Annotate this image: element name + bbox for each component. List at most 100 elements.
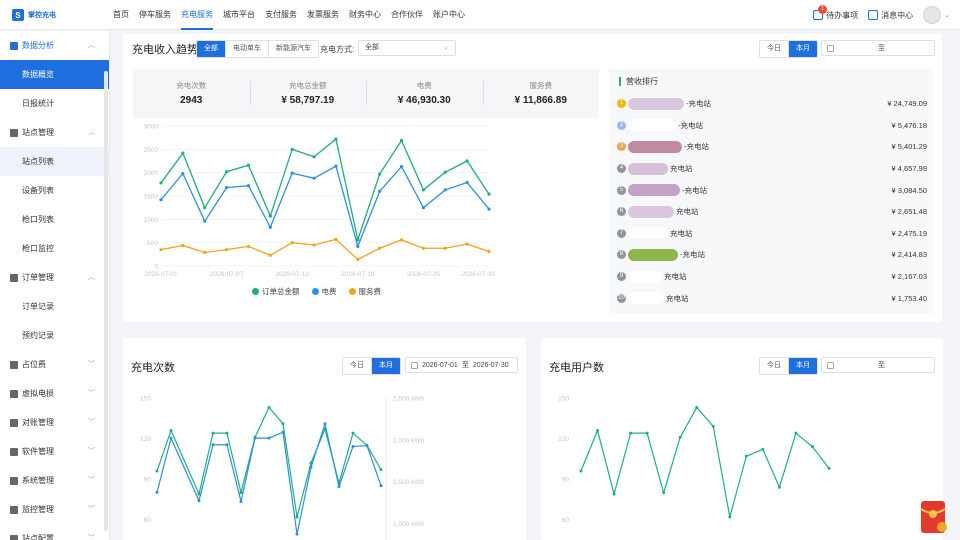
chevron-down-icon: ﹀ bbox=[88, 477, 95, 484]
station-revenue: ¥ 5,476.18 bbox=[891, 120, 927, 130]
legend-item[interactable]: 服务费 bbox=[348, 286, 381, 297]
ranking-row[interactable]: 10 充电站 ¥ 1,753.40 bbox=[617, 287, 927, 309]
data-point bbox=[421, 188, 425, 192]
vehicle-filter-option-2[interactable]: 新能源汽车 bbox=[269, 41, 318, 57]
users-range-option-0[interactable]: 今日 bbox=[760, 358, 789, 374]
sidebar-item[interactable]: 设备列表 bbox=[0, 176, 109, 205]
vehicle-filter-option-1[interactable]: 电动单车 bbox=[226, 41, 269, 57]
sidebar-item[interactable]: 数据概览 bbox=[0, 60, 109, 89]
ranking-row[interactable]: 1 -充电站 ¥ 24,749.09 bbox=[617, 93, 927, 115]
rank-number: 5 bbox=[617, 185, 626, 195]
data-point bbox=[225, 248, 229, 252]
ranking-row[interactable]: 2 -充电站 ¥ 5,476.18 bbox=[617, 115, 927, 137]
y-right-tick-label: 1,000 kWh bbox=[393, 521, 424, 528]
nav-item-2[interactable]: 充电服务 bbox=[176, 0, 218, 30]
date-separator: 至 bbox=[878, 45, 885, 52]
summary-cell: 服务费 ¥ 11,866.89 bbox=[482, 69, 600, 118]
ranking-row[interactable]: 8 -充电站 ¥ 2,414.83 bbox=[617, 244, 927, 266]
sidebar-group-4[interactable]: 虚拟电损 ﹀ bbox=[0, 379, 109, 408]
ranking-row[interactable]: 9 充电站 ¥ 2,167.03 bbox=[617, 266, 927, 288]
nav-item-5[interactable]: 发票服务 bbox=[302, 0, 344, 30]
sidebar-group-7[interactable]: 系统管理 ﹀ bbox=[0, 466, 109, 495]
data-point bbox=[211, 431, 215, 435]
sidebar-item[interactable]: 枪口列表 bbox=[0, 205, 109, 234]
legend-item[interactable]: 订单总金额 bbox=[252, 286, 300, 297]
sidebar-item[interactable]: 枪口监控 bbox=[0, 234, 109, 263]
data-point bbox=[728, 515, 732, 519]
nav-item-1[interactable]: 停车服务 bbox=[134, 0, 176, 30]
y-right-tick-label: 2,000 kWh bbox=[393, 437, 424, 444]
data-point bbox=[465, 242, 469, 246]
summary-label: 充电次数 bbox=[176, 81, 207, 90]
station-revenue: ¥ 2,475.19 bbox=[891, 228, 927, 238]
message-center-button[interactable]: 消息中心 bbox=[868, 10, 913, 21]
nav-item-4[interactable]: 支付服务 bbox=[260, 0, 302, 30]
menu-group-icon bbox=[10, 41, 18, 50]
count-range-option-0[interactable]: 今日 bbox=[343, 358, 372, 374]
vehicle-filter-option-0[interactable]: 全部 bbox=[197, 41, 226, 57]
count-date-range[interactable]: 2026-07-01 至 2026-07-30 bbox=[405, 357, 518, 373]
sidebar: 数据分析 ︿ 数据概览 日报统计 站点管理 ︿ 站点列表 设备列表 枪口列表 枪口监控 订单管理 ︿ 订… bbox=[0, 31, 110, 540]
todo-button[interactable]: 1 待办事项 bbox=[813, 4, 858, 21]
sidebar-group-8[interactable]: 监控管理 ﹀ bbox=[0, 495, 109, 524]
menu-group-icon bbox=[10, 476, 18, 485]
data-point bbox=[761, 447, 765, 451]
users-date-range[interactable]: 至 bbox=[821, 357, 935, 373]
count-range-option-1[interactable]: 本月 bbox=[372, 358, 400, 374]
rank-number: 2 bbox=[617, 120, 626, 130]
method-value: 全部 bbox=[365, 44, 379, 51]
ranking-row[interactable]: 4 充电站 ¥ 4,657.99 bbox=[617, 158, 927, 180]
station-revenue: ¥ 4,657.99 bbox=[891, 164, 927, 174]
data-point bbox=[312, 243, 316, 247]
data-point bbox=[351, 431, 355, 435]
ranking-row[interactable]: 3 -充电站 ¥ 5,401.29 bbox=[617, 136, 927, 158]
method-select[interactable]: 全部 ⌄ bbox=[358, 40, 456, 56]
summary-value: ¥ 58,797.19 bbox=[281, 95, 335, 106]
sidebar-group-5[interactable]: 对账管理 ﹀ bbox=[0, 408, 109, 437]
sidebar-group-3[interactable]: 占位费 ﹀ bbox=[0, 350, 109, 379]
ranking-row[interactable]: 6 充电站 ¥ 2,651.48 bbox=[617, 201, 927, 223]
nav-item-8[interactable]: 账户中心 bbox=[428, 0, 470, 30]
sidebar-group-label: 占位费 bbox=[22, 360, 46, 369]
data-point bbox=[744, 454, 748, 458]
sidebar-item[interactable]: 预约记录 bbox=[0, 321, 109, 350]
data-point bbox=[662, 491, 666, 495]
top-bar: S 掌控充电 首页 停车服务 充电服务 城市平台 支付服务 发票服务 财务中心 合作伙伴 账户中… bbox=[0, 0, 960, 30]
app-logo[interactable]: S 掌控充电 bbox=[12, 9, 56, 21]
y-tick-label: 0 bbox=[154, 264, 158, 271]
sidebar-group-1[interactable]: 站点管理 ︿ bbox=[0, 118, 109, 147]
sidebar-group-2[interactable]: 订单管理 ︿ bbox=[0, 263, 109, 292]
nav-item-0[interactable]: 首页 bbox=[108, 0, 134, 30]
sidebar-item[interactable]: 订单记录 bbox=[0, 292, 109, 321]
trend-range-option-0[interactable]: 今日 bbox=[760, 41, 789, 57]
data-point bbox=[159, 248, 163, 252]
data-point bbox=[225, 170, 229, 174]
nav-item-6[interactable]: 财务中心 bbox=[344, 0, 386, 30]
sidebar-item[interactable]: 日报统计 bbox=[0, 89, 109, 118]
data-point bbox=[181, 151, 185, 155]
legend-item[interactable]: 电费 bbox=[311, 286, 337, 297]
users-range-option-1[interactable]: 本月 bbox=[789, 358, 817, 374]
red-packet-icon[interactable] bbox=[917, 497, 951, 537]
trend-date-range[interactable]: 至 bbox=[821, 40, 935, 56]
nav-item-3[interactable]: 城市平台 bbox=[218, 0, 260, 30]
sidebar-group-6[interactable]: 软件管理 ﹀ bbox=[0, 437, 109, 466]
data-point bbox=[290, 241, 294, 245]
trend-range-option-1[interactable]: 本月 bbox=[789, 41, 817, 57]
ranking-row[interactable]: 7 充电站 ¥ 2,475.19 bbox=[617, 223, 927, 245]
station-revenue: ¥ 2,651.48 bbox=[891, 207, 927, 217]
revenue-trend-chart: 0 500 1000 1500 2000 2500 3000 2026-07-01 2026-0… bbox=[144, 124, 496, 279]
sidebar-item[interactable]: 站点列表 bbox=[0, 147, 109, 176]
user-menu[interactable]: ⌄ bbox=[923, 6, 950, 24]
sidebar-group-9[interactable]: 站点配置 ﹀ bbox=[0, 524, 109, 540]
nav-item-7[interactable]: 合作伙伴 bbox=[386, 0, 428, 30]
station-name: -充电站 bbox=[682, 185, 707, 195]
chevron-up-icon: ︿ bbox=[88, 42, 95, 49]
data-point bbox=[239, 491, 243, 495]
ranking-row[interactable]: 5 -充电站 ¥ 3,084.50 bbox=[617, 179, 927, 201]
data-point bbox=[281, 430, 285, 434]
rank-number: 7 bbox=[617, 228, 626, 238]
y-tick-label: 1000 bbox=[144, 217, 159, 224]
sidebar-scrollbar[interactable] bbox=[104, 71, 108, 531]
sidebar-group-0[interactable]: 数据分析 ︿ bbox=[0, 31, 109, 60]
